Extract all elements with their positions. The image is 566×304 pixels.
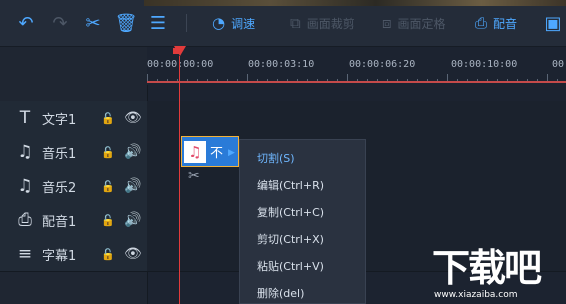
speed-button-label: 调速 <box>231 16 256 31</box>
undo-icon[interactable]: ↶ <box>14 10 38 36</box>
scissors-icon[interactable]: ✂ <box>81 10 105 36</box>
voiceover-button-label: 配音 <box>493 16 518 31</box>
menu-pointer-icon: ▶ <box>228 148 235 158</box>
watermark-url: www.xiazaiba.com <box>434 290 518 300</box>
track-header: ≡ 字幕1 🔓 👁 <box>0 237 147 271</box>
voiceover-icon: ⎙ <box>475 14 488 32</box>
ruler-label: 00:00:1 <box>552 59 566 70</box>
ruler-label: 00:00:00:00 <box>147 59 214 70</box>
volume-icon[interactable]: 🔊 <box>124 144 141 160</box>
subtitle-icon: ≡ <box>17 244 33 264</box>
music-note-icon: ♫ <box>184 140 206 163</box>
volume-icon[interactable]: 🔊 <box>124 212 141 228</box>
media-preview-strip <box>144 0 566 6</box>
menu-item-delete[interactable]: 删除(del) <box>257 285 304 301</box>
lock-icon[interactable]: 🔓 <box>101 146 115 159</box>
clip-title: 不 <box>210 146 224 161</box>
menu-item-cut-split[interactable]: 切割(S) <box>257 150 295 166</box>
menu-item-cut[interactable]: 剪切(Ctrl+X) <box>257 231 324 247</box>
track-header: ♫ 音乐2 🔓 🔊 <box>0 169 147 203</box>
voiceover-button[interactable]: ⎙ 配音 <box>475 12 517 34</box>
track-header: ♫ 音乐1 🔓 🔊 <box>0 135 147 169</box>
ruler-label: 00:00:10:00 <box>451 59 518 70</box>
ruler-label: 00:00:06:20 <box>349 59 416 70</box>
watermark-main: 下载吧 <box>432 246 542 290</box>
lock-icon[interactable]: 🔓 <box>101 112 115 125</box>
menu-item-copy[interactable]: 复制(Ctrl+C) <box>257 204 324 220</box>
track-name: 文字1 <box>42 112 77 128</box>
toolbar: ↶ ↷ ✂ 🗑 ☰ ◔ 调速 ⧉ 画面裁剪 ⧈ 画面定格 ⎙ 配音 ▣ <box>0 0 566 47</box>
speed-button[interactable]: ◔ 调速 <box>212 12 255 34</box>
lock-icon[interactable]: 🔓 <box>101 180 115 193</box>
track-header: ⎙ 配音1 🔓 🔊 <box>0 203 147 237</box>
toolbar-separator <box>186 14 187 32</box>
redo-icon[interactable]: ↷ <box>48 10 72 36</box>
playhead-handle-stem[interactable] <box>173 48 181 54</box>
track-row: T 文字1 🔓 👁 <box>0 101 566 136</box>
lock-icon[interactable]: 🔓 <box>101 248 115 261</box>
freeze-frame-button-label: 画面定格 <box>397 16 446 31</box>
track-name: 字幕1 <box>42 248 77 264</box>
menu-item-paste[interactable]: 粘贴(Ctrl+V) <box>257 258 324 274</box>
ruler-label: 00:00:03:10 <box>248 59 315 70</box>
watermark-logo: 下载吧 www.xiazaiba.com <box>432 244 566 304</box>
freeze-frame-icon: ⧈ <box>382 14 392 32</box>
track-lane[interactable] <box>147 101 566 135</box>
ruler-progress-line <box>147 81 566 83</box>
crop-icon: ⧉ <box>290 14 301 32</box>
eye-icon[interactable]: 👁 <box>124 246 142 262</box>
settings-sliders-icon[interactable]: ☰ <box>146 10 170 36</box>
crop-button[interactable]: ⧉ 画面裁剪 <box>290 12 355 34</box>
track-name: 音乐2 <box>42 180 77 196</box>
freeze-frame-button[interactable]: ⧈ 画面定格 <box>382 12 446 34</box>
voiceover-icon: ⎙ <box>18 210 32 230</box>
volume-icon[interactable]: 🔊 <box>124 178 141 194</box>
menu-item-edit[interactable]: 编辑(Ctrl+R) <box>257 177 324 193</box>
context-menu: 切割(S) 编辑(Ctrl+R) 复制(Ctrl+C) 剪切(Ctrl+X) 粘… <box>239 139 366 304</box>
track-name: 配音1 <box>42 214 77 230</box>
text-icon: T <box>19 108 31 128</box>
track-name: 音乐1 <box>42 146 77 162</box>
lock-icon[interactable]: 🔓 <box>101 214 115 227</box>
playhead-line <box>179 56 180 304</box>
music-note-icon: ♫ <box>17 142 33 162</box>
eye-icon[interactable]: 👁 <box>124 110 142 126</box>
track-header: T 文字1 🔓 👁 <box>0 101 147 135</box>
crop-button-label: 画面裁剪 <box>306 16 355 31</box>
speed-gauge-icon: ◔ <box>212 14 226 32</box>
screen-icon[interactable]: ▣ <box>542 10 564 36</box>
timeline-ruler[interactable]: 00:00:00:00 00:00:03:10 00:00:06:20 00:0… <box>147 47 566 85</box>
delete-icon[interactable]: 🗑 <box>114 10 138 36</box>
scissors-icon: ✂ <box>188 168 200 184</box>
music-note-icon: ♫ <box>17 176 33 196</box>
